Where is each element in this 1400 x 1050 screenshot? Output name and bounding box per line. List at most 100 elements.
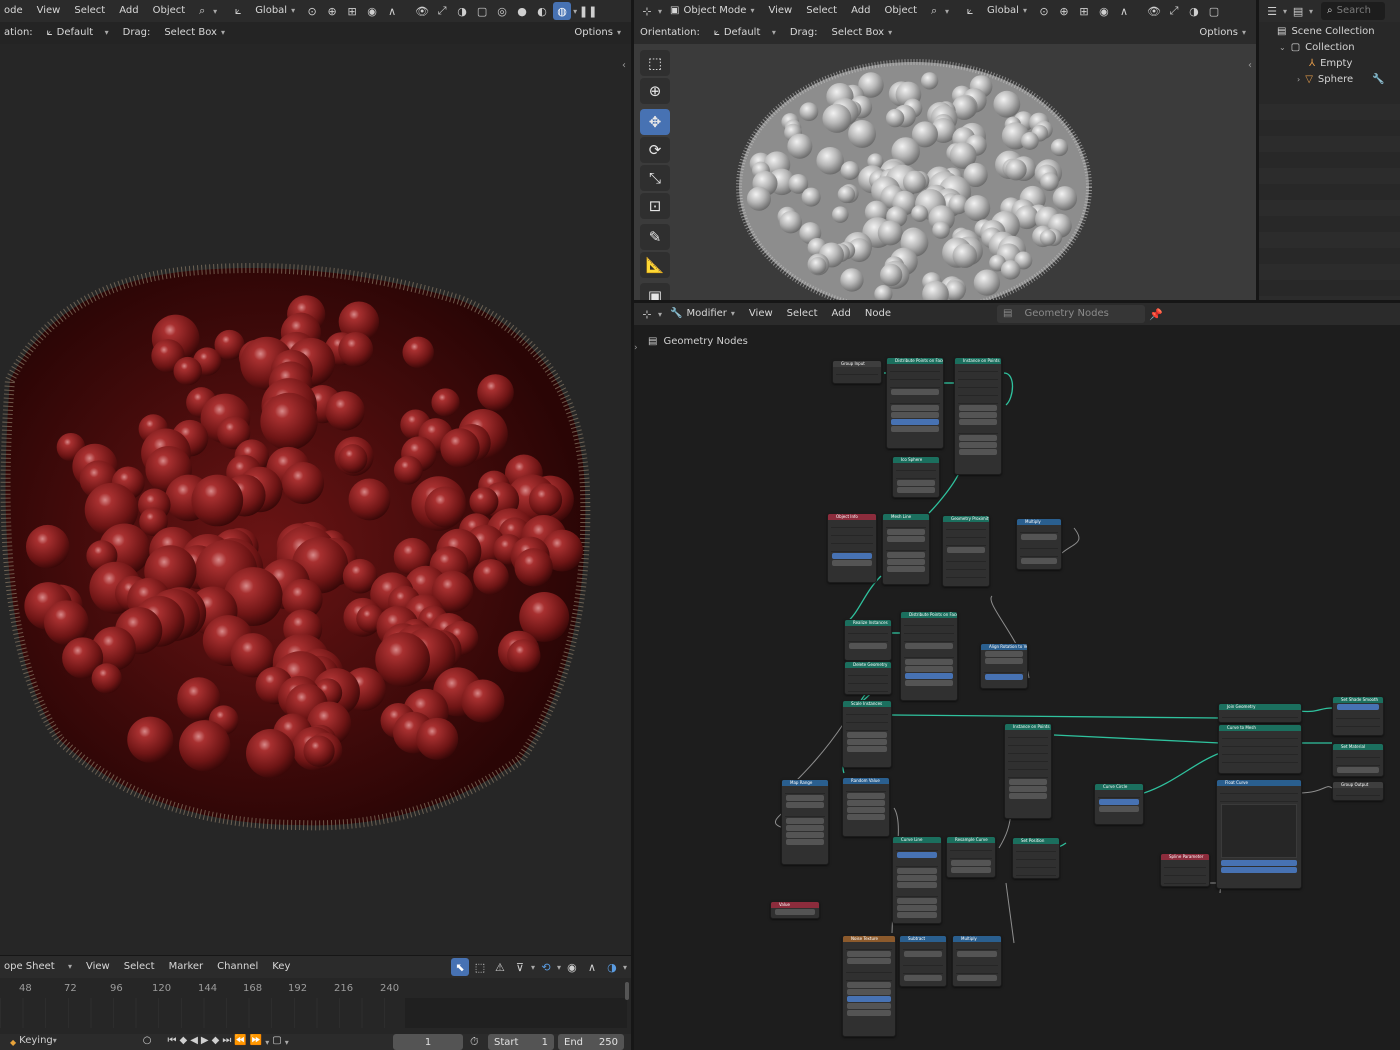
visibility-icon[interactable]: 👁: [1145, 2, 1163, 20]
jump-end-icon[interactable]: ⏭: [222, 1035, 231, 1049]
shading-rendered-icon[interactable]: ◍: [553, 2, 572, 20]
node-float-curve[interactable]: Float Curve: [1216, 779, 1302, 889]
node-set-material[interactable]: Set Material: [1332, 743, 1384, 777]
overlays-icon[interactable]: ◑: [1185, 2, 1203, 20]
node-random-value[interactable]: Random Value: [842, 777, 890, 837]
orientation-dropdown[interactable]: Global ▾: [981, 2, 1033, 20]
scale-tool-icon[interactable]: ⤡: [640, 165, 670, 191]
filter-icon[interactable]: ⊽: [511, 958, 529, 976]
modifier-wrench-icon[interactable]: 🔧: [1372, 74, 1384, 85]
cursor-tool-icon[interactable]: ⊕: [640, 78, 670, 104]
outliner-item-sphere[interactable]: › ▽ Sphere 🔧: [1259, 71, 1399, 87]
display-mode-icon[interactable]: ▤: [1289, 2, 1307, 20]
prev-marker-icon[interactable]: ⏪: [234, 1035, 246, 1049]
node-instance-on-points[interactable]: Instance on Points: [954, 357, 1002, 475]
move-tool-icon[interactable]: ✥: [640, 109, 670, 135]
shading-wireframe-icon[interactable]: ◎: [493, 2, 511, 20]
add-cube-tool-icon[interactable]: ▣: [640, 283, 670, 300]
node-scale-instances[interactable]: Scale Instances: [842, 700, 892, 768]
menu-object[interactable]: Object: [147, 0, 192, 22]
chevron-down-icon[interactable]: ⌄: [1279, 43, 1286, 52]
pivot-icon[interactable]: ⊙: [1035, 2, 1053, 20]
outliner-item-scene-collection[interactable]: ▤ Scene Collection: [1259, 23, 1399, 39]
visibility-icon[interactable]: 👁: [413, 2, 431, 20]
snap-icon[interactable]: ⊕: [323, 2, 341, 20]
dope-sheet[interactable]: ope Sheet ▾ View Select Marker Channel Ke…: [0, 956, 631, 1034]
snap-icon[interactable]: ⟲: [537, 958, 555, 976]
select-box-tool-icon[interactable]: ⬚: [640, 50, 670, 76]
proportional-edit-icon[interactable]: ◉: [363, 2, 381, 20]
prev-keyframe-icon[interactable]: ◆: [180, 1035, 188, 1049]
annotate-tool-icon[interactable]: ✎: [640, 224, 670, 250]
orientation-dropdown[interactable]: Global ▾: [249, 2, 301, 20]
proportional-icon[interactable]: ◉: [563, 958, 581, 976]
editor-type-icon[interactable]: ⊹: [638, 2, 656, 20]
pause-render-icon[interactable]: ❚❚: [579, 2, 597, 20]
menu-object[interactable]: Object: [878, 0, 923, 22]
node-resample-curve[interactable]: Resample Curve: [946, 836, 996, 878]
node-delete-geometry[interactable]: Delete Geometry: [844, 661, 892, 695]
node-object-info[interactable]: Object Info: [827, 513, 877, 583]
gizmo-toggle-icon[interactable]: ⌕: [193, 2, 211, 20]
sidebar-toggle-icon[interactable]: ‹: [622, 60, 626, 71]
start-frame-field[interactable]: Start 1: [488, 1034, 554, 1050]
node-mesh-line[interactable]: Mesh Line: [882, 513, 930, 585]
play-icon[interactable]: ▶: [201, 1035, 209, 1049]
node-group-input[interactable]: Group Input: [832, 360, 882, 384]
play-reverse-icon[interactable]: ◀: [190, 1035, 198, 1049]
menu-select[interactable]: Select: [800, 0, 843, 22]
chevron-right-icon[interactable]: ›: [1297, 75, 1300, 84]
preview-range-icon[interactable]: ⏱: [470, 1035, 479, 1049]
node-distribute-points[interactable]: Distribute Points on Faces: [886, 357, 944, 449]
menu-marker[interactable]: Marker: [163, 956, 210, 978]
menu-add[interactable]: Add: [113, 0, 144, 22]
outliner-item-empty[interactable]: ⅄ Empty: [1259, 55, 1399, 71]
left-viewport[interactable]: ode View Select Add Object ⌕ ▾ ⟀ Global ▾ …: [0, 0, 631, 955]
jump-start-icon[interactable]: ⏮: [168, 1035, 177, 1049]
node-curve-to-mesh[interactable]: Curve to Mesh: [1218, 724, 1302, 774]
only-errors-icon[interactable]: ⚠: [491, 958, 509, 976]
node-multiply-2[interactable]: Multiply: [952, 935, 1002, 987]
node-map-range[interactable]: Map Range: [781, 779, 829, 865]
show-hidden-icon[interactable]: ⬚: [471, 958, 489, 976]
gizmo-icon[interactable]: ⤢: [433, 2, 451, 20]
gizmo-toggle-icon[interactable]: ⌕: [925, 2, 943, 20]
float-curve-graph[interactable]: [1221, 804, 1297, 858]
right-viewport[interactable]: ⊹ ▾ ▣ Object Mode ▾ View Select Add Object …: [634, 0, 1256, 300]
keying-dropdown[interactable]: Keying▾: [19, 1035, 57, 1049]
node-multiply-1[interactable]: Multiply: [1016, 518, 1062, 570]
node-editor[interactable]: ⊹ ▾ 🔧 Modifier ▾ View Select Add Node ▤ Geom…: [634, 303, 1400, 1050]
current-frame-field[interactable]: 1: [393, 1034, 463, 1050]
node-geometry-proximity[interactable]: Geometry Proximity: [942, 515, 990, 587]
next-keyframe-icon[interactable]: ◆: [212, 1035, 220, 1049]
sidebar-toggle-icon[interactable]: ‹: [1248, 60, 1252, 71]
node-set-shade-smooth[interactable]: Set Shade Smooth: [1332, 696, 1384, 736]
overlay-icon[interactable]: ◑: [603, 958, 621, 976]
falloff-icon[interactable]: ∧: [1115, 2, 1133, 20]
menu-add[interactable]: Add: [845, 0, 876, 22]
rotate-tool-icon[interactable]: ⟳: [640, 137, 670, 163]
transform-tool-icon[interactable]: ⊡: [640, 193, 670, 219]
xray-icon[interactable]: ▢: [1205, 2, 1223, 20]
playback-options-icon[interactable]: ▢: [272, 1035, 281, 1049]
timeline-scrollbar[interactable]: [625, 982, 629, 1000]
snap-increment-icon[interactable]: ⊞: [1075, 2, 1093, 20]
falloff-icon[interactable]: ∧: [583, 958, 601, 976]
node-subtract[interactable]: Subtract: [899, 935, 947, 987]
node-realize-instances[interactable]: Realize Instances: [844, 619, 892, 661]
end-frame-field[interactable]: End 250: [558, 1034, 624, 1050]
object-mode-dropdown[interactable]: ▣ Object Mode ▾: [664, 2, 760, 20]
next-marker-icon[interactable]: ⏩: [250, 1035, 262, 1049]
orientation-default-dropdown[interactable]: ⟀ Default ▾: [708, 24, 782, 42]
options-dropdown[interactable]: Options ▾: [568, 24, 627, 42]
menu-select[interactable]: Select: [68, 0, 111, 22]
menu-view[interactable]: View: [80, 956, 116, 978]
falloff-icon[interactable]: ∧: [383, 2, 401, 20]
menu-select[interactable]: Select: [118, 956, 161, 978]
menu-key[interactable]: Key: [266, 956, 296, 978]
options-dropdown[interactable]: Options ▾: [1193, 24, 1252, 42]
drag-dropdown[interactable]: Select Box ▾: [825, 24, 898, 42]
node-curve-line[interactable]: Curve Line: [892, 836, 942, 924]
outliner-editor-icon[interactable]: ☰: [1263, 2, 1281, 20]
proportional-edit-icon[interactable]: ◉: [1095, 2, 1113, 20]
